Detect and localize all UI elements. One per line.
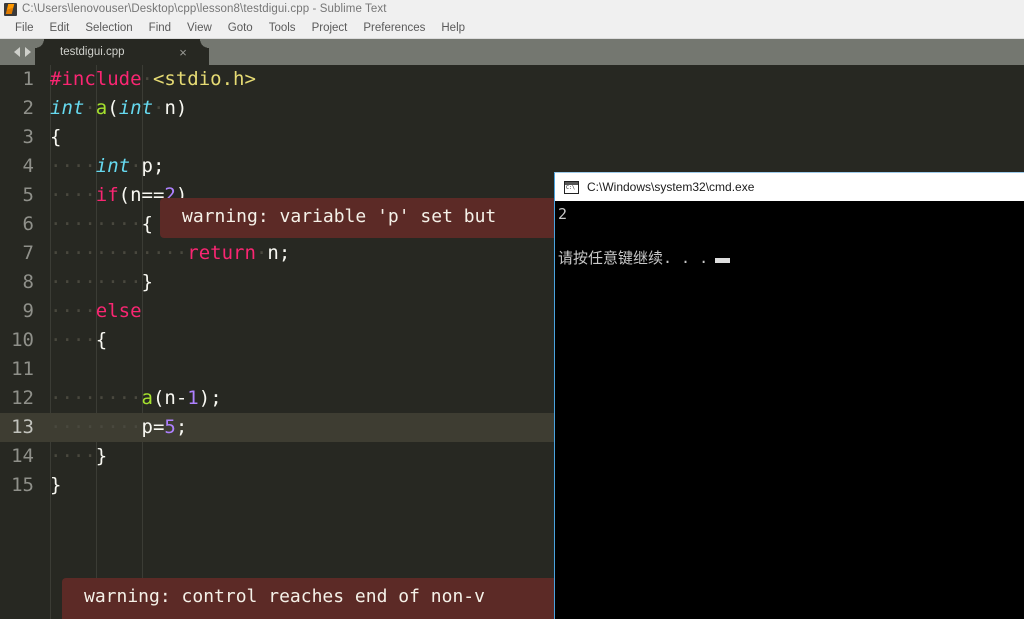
titlebar: C:\Users\lenovouser\Desktop\cpp\lesson8\…	[0, 0, 1024, 18]
code-token: (	[107, 97, 119, 119]
code-text[interactable]: int·a(int·n)	[45, 94, 1024, 123]
code-token: ·	[255, 242, 268, 264]
code-token: int	[50, 97, 85, 119]
code-text[interactable]: {	[45, 123, 1024, 152]
code-token: ·	[130, 155, 142, 177]
code-token: n)	[164, 97, 188, 119]
menu-item-preferences[interactable]: Preferences	[355, 18, 433, 39]
code-token: 5	[164, 416, 176, 438]
line-number: 10	[11, 329, 34, 351]
menu-item-selection[interactable]: Selection	[77, 18, 140, 39]
code-line[interactable]: 2 int·a(int·n)	[0, 94, 1024, 123]
line-number: 5	[22, 184, 34, 206]
code-token: ····	[50, 445, 96, 467]
cmd-console-output[interactable]: 2 请按任意键继续. . .	[555, 202, 1024, 619]
code-token: ····	[50, 329, 96, 351]
code-token: (n==	[118, 184, 165, 206]
cmd-output-line: 请按任意键继续. . .	[558, 247, 1024, 269]
code-token: ····	[50, 155, 96, 177]
line-number: 3	[22, 126, 34, 148]
warning-popup-control-reaches-end: warning: control reaches end of non-v	[62, 578, 562, 619]
code-line[interactable]: 1 #include·<stdio.h>	[0, 65, 1024, 94]
code-token: p=	[141, 416, 165, 438]
tab-testdigui-cpp[interactable]: testdigui.cpp ×	[35, 39, 209, 65]
warning-popup-variable-set-but-unused: warning: variable 'p' set but	[160, 198, 560, 238]
code-token: ·	[153, 97, 165, 119]
code-token: if	[95, 184, 119, 206]
code-token: p;	[141, 155, 165, 177]
code-token: ····	[50, 300, 96, 322]
tab-bar: testdigui.cpp ×	[0, 39, 1024, 65]
code-token: else	[95, 300, 142, 322]
menu-item-view[interactable]: View	[179, 18, 220, 39]
code-token: {	[141, 213, 153, 235]
menu-item-file[interactable]: File	[7, 18, 42, 39]
line-number: 8	[22, 271, 34, 293]
code-token: ;	[175, 416, 188, 438]
code-token: 1	[187, 387, 199, 409]
line-number: 13	[0, 413, 45, 442]
menu-item-help[interactable]: Help	[433, 18, 473, 39]
code-token: );	[198, 387, 222, 409]
line-number: 9	[22, 300, 34, 322]
menu-item-tools[interactable]: Tools	[261, 18, 304, 39]
code-token: a	[141, 387, 153, 409]
line-number: 15	[11, 474, 34, 496]
line-number: 2	[22, 97, 34, 119]
code-token: ············	[50, 242, 188, 264]
code-token: ········	[50, 416, 142, 438]
code-token: ········	[50, 213, 142, 235]
cmd-window-title: C:\Windows\system32\cmd.exe	[587, 180, 755, 194]
line-number: 14	[11, 445, 34, 467]
window-title: C:\Users\lenovouser\Desktop\cpp\lesson8\…	[22, 3, 387, 15]
code-token: <stdio.h>	[152, 68, 256, 90]
code-token: #include	[50, 68, 142, 90]
code-token: }	[50, 474, 62, 496]
menu-bar: File Edit Selection Find View Goto Tools…	[0, 18, 1024, 39]
code-token: ·	[84, 97, 96, 119]
chevron-right-icon[interactable]	[24, 47, 31, 57]
code-token: ·	[141, 68, 153, 90]
line-number: 4	[22, 155, 34, 177]
menu-item-goto[interactable]: Goto	[220, 18, 261, 39]
code-token: ····	[50, 184, 96, 206]
cmd-title-bar: C:\Windows\system32\cmd.exe	[555, 173, 1024, 201]
cmd-exe-window[interactable]: C:\Windows\system32\cmd.exe 2 请按任意键继续. .…	[554, 172, 1024, 619]
code-text[interactable]: #include·<stdio.h>	[45, 65, 1024, 94]
cmd-prompt-text: 请按任意键继续. . .	[558, 249, 709, 267]
close-icon[interactable]: ×	[176, 46, 190, 59]
code-token: return	[187, 242, 256, 264]
code-token: a	[95, 97, 108, 119]
chevron-left-icon[interactable]	[13, 47, 20, 57]
line-number: 7	[22, 242, 34, 264]
cmd-cursor	[715, 258, 731, 263]
menu-item-project[interactable]: Project	[304, 18, 356, 39]
code-token: ········	[50, 387, 142, 409]
menu-item-find[interactable]: Find	[141, 18, 179, 39]
tab-label: testdigui.cpp	[60, 46, 125, 58]
code-token: ········	[50, 271, 142, 293]
code-token: }	[95, 445, 108, 467]
code-line[interactable]: 3{	[0, 123, 1024, 152]
code-token: {	[50, 126, 62, 148]
line-number: 1	[22, 68, 34, 90]
cmd-output-line: 2	[558, 205, 568, 223]
code-token: int	[118, 97, 154, 119]
code-token: int	[95, 155, 131, 177]
code-token: n;	[267, 242, 291, 264]
code-token: {	[95, 329, 108, 351]
line-number: 11	[11, 358, 34, 380]
code-token: (n-	[152, 387, 188, 409]
code-token: }	[141, 271, 153, 293]
sublime-text-icon	[4, 2, 17, 16]
line-number: 12	[11, 387, 34, 409]
cmd-exe-icon	[564, 180, 579, 194]
menu-item-edit[interactable]: Edit	[42, 18, 78, 39]
line-number: 6	[22, 213, 34, 235]
cmd-output-line	[558, 225, 1024, 247]
